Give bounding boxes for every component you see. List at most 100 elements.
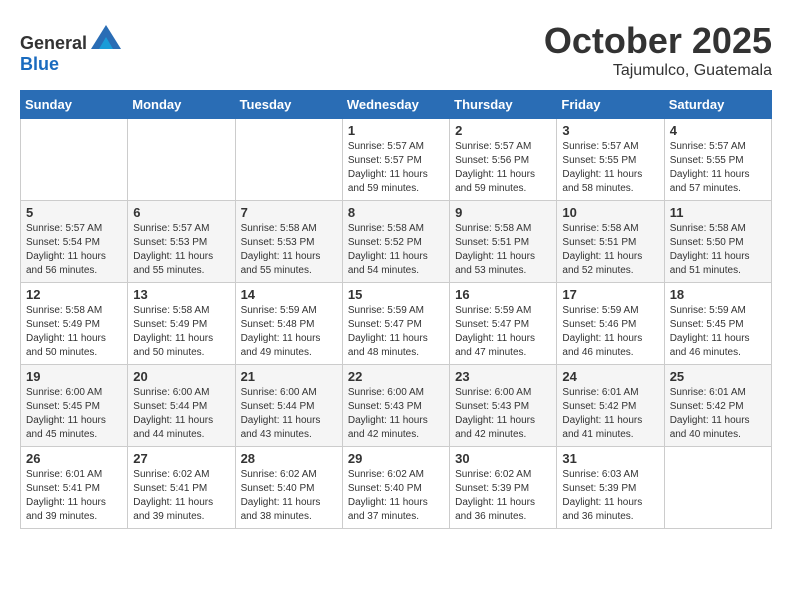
calendar-cell: 4Sunrise: 5:57 AMSunset: 5:55 PMDaylight… (664, 119, 771, 201)
calendar-cell: 11 Sunrise: 5:58 AMSunset: 5:50 PMDayligh… (664, 201, 771, 283)
page-header: General Blue October 2025 Tajumulco, Gua… (20, 20, 772, 80)
calendar-cell: 14 Sunrise: 5:59 AMSunset: 5:48 PMDayligh… (235, 283, 342, 365)
calendar-cell: 22 Sunrise: 6:00 AMSunset: 5:43 PMDayligh… (342, 365, 449, 447)
calendar-cell: 20 Sunrise: 6:00 AMSunset: 5:44 PMDayligh… (128, 365, 235, 447)
calendar-cell: 6 Sunrise: 5:57 AMSunset: 5:53 PMDaylight… (128, 201, 235, 283)
day-number: 12 (26, 287, 122, 302)
day-number: 29 (348, 451, 444, 466)
day-info: Sunrise: 6:02 AMSunset: 5:40 PMDaylight:… (348, 468, 444, 524)
calendar-cell: 13 Sunrise: 5:58 AMSunset: 5:49 PMDayligh… (128, 283, 235, 365)
day-number: 5 (26, 205, 122, 220)
day-info: Sunrise: 5:57 AMSunset: 5:54 PMDaylight:… (26, 222, 122, 278)
day-number: 21 (241, 369, 337, 384)
day-info: Sunrise: 6:03 AMSunset: 5:39 PMDaylight:… (562, 468, 658, 524)
calendar-cell: 24 Sunrise: 6:01 AMSunset: 5:42 PMDayligh… (557, 365, 664, 447)
calendar-cell: 27Sunrise: 6:02 AMSunset: 5:41 PMDayligh… (128, 447, 235, 529)
day-info: Sunrise: 5:59 AMSunset: 5:47 PMDaylight:… (455, 304, 551, 360)
calendar-table: SundayMondayTuesdayWednesdayThursdayFrid… (20, 90, 772, 529)
day-number: 10 (562, 205, 658, 220)
day-number: 25 (670, 369, 766, 384)
calendar-cell: 5 Sunrise: 5:57 AMSunset: 5:54 PMDaylight… (21, 201, 128, 283)
day-info: Sunrise: 5:58 AMSunset: 5:50 PMDaylight:… (670, 222, 766, 278)
day-number: 1 (348, 123, 444, 138)
day-number: 3 (562, 123, 658, 138)
day-info: Sunrise: 5:58 AMSunset: 5:52 PMDaylight:… (348, 222, 444, 278)
calendar-cell: 15 Sunrise: 5:59 AMSunset: 5:47 PMDayligh… (342, 283, 449, 365)
weekday-header-monday: Monday (128, 91, 235, 119)
day-info: Sunrise: 6:00 AMSunset: 5:45 PMDaylight:… (26, 386, 122, 442)
calendar-cell: 3 Sunrise: 5:57 AMSunset: 5:55 PMDaylight… (557, 119, 664, 201)
calendar-cell: 16Sunrise: 5:59 AMSunset: 5:47 PMDayligh… (450, 283, 557, 365)
weekday-header-tuesday: Tuesday (235, 91, 342, 119)
day-number: 19 (26, 369, 122, 384)
calendar-cell: 8 Sunrise: 5:58 AMSunset: 5:52 PMDaylight… (342, 201, 449, 283)
day-info: Sunrise: 5:57 AMSunset: 5:56 PMDaylight:… (455, 140, 551, 196)
calendar-week-row: 19 Sunrise: 6:00 AMSunset: 5:45 PMDayligh… (21, 365, 772, 447)
logo-general: General (20, 33, 87, 53)
day-number: 13 (133, 287, 229, 302)
day-number: 30 (455, 451, 551, 466)
calendar-cell: 18Sunrise: 5:59 AMSunset: 5:45 PMDayligh… (664, 283, 771, 365)
calendar-cell: 25 Sunrise: 6:01 AMSunset: 5:42 PMDayligh… (664, 365, 771, 447)
title-block: October 2025 Tajumulco, Guatemala (544, 20, 772, 80)
weekday-header-saturday: Saturday (664, 91, 771, 119)
calendar-cell: 26 Sunrise: 6:01 AMSunset: 5:41 PMDayligh… (21, 447, 128, 529)
day-info: Sunrise: 5:59 AMSunset: 5:47 PMDaylight:… (348, 304, 444, 360)
day-info: Sunrise: 6:02 AMSunset: 5:41 PMDaylight:… (133, 468, 229, 524)
day-info: Sunrise: 5:59 AMSunset: 5:45 PMDaylight:… (670, 304, 766, 360)
location-title: Tajumulco, Guatemala (544, 62, 772, 80)
day-info: Sunrise: 5:59 AMSunset: 5:46 PMDaylight:… (562, 304, 658, 360)
day-info: Sunrise: 6:01 AMSunset: 5:42 PMDaylight:… (670, 386, 766, 442)
day-info: Sunrise: 5:57 AMSunset: 5:57 PMDaylight:… (348, 140, 444, 196)
day-number: 28 (241, 451, 337, 466)
day-info: Sunrise: 6:01 AMSunset: 5:41 PMDaylight:… (26, 468, 122, 524)
day-info: Sunrise: 6:00 AMSunset: 5:44 PMDaylight:… (241, 386, 337, 442)
day-info: Sunrise: 6:01 AMSunset: 5:42 PMDaylight:… (562, 386, 658, 442)
logo-text: General Blue (20, 25, 121, 75)
calendar-cell: 7 Sunrise: 5:58 AMSunset: 5:53 PMDaylight… (235, 201, 342, 283)
day-number: 14 (241, 287, 337, 302)
calendar-cell: 17Sunrise: 5:59 AMSunset: 5:46 PMDayligh… (557, 283, 664, 365)
day-number: 11 (670, 205, 766, 220)
day-number: 2 (455, 123, 551, 138)
weekday-header-thursday: Thursday (450, 91, 557, 119)
day-info: Sunrise: 5:58 AMSunset: 5:49 PMDaylight:… (26, 304, 122, 360)
day-number: 22 (348, 369, 444, 384)
day-number: 20 (133, 369, 229, 384)
calendar-cell (128, 119, 235, 201)
day-info: Sunrise: 6:00 AMSunset: 5:43 PMDaylight:… (455, 386, 551, 442)
calendar-cell: 10Sunrise: 5:58 AMSunset: 5:51 PMDayligh… (557, 201, 664, 283)
weekday-header-sunday: Sunday (21, 91, 128, 119)
month-title: October 2025 (544, 20, 772, 62)
day-number: 6 (133, 205, 229, 220)
calendar-cell (235, 119, 342, 201)
calendar-cell: 23 Sunrise: 6:00 AMSunset: 5:43 PMDayligh… (450, 365, 557, 447)
day-number: 8 (348, 205, 444, 220)
calendar-cell (664, 447, 771, 529)
calendar-cell (21, 119, 128, 201)
day-info: Sunrise: 5:58 AMSunset: 5:49 PMDaylight:… (133, 304, 229, 360)
day-info: Sunrise: 6:00 AMSunset: 5:43 PMDaylight:… (348, 386, 444, 442)
calendar-cell: 30Sunrise: 6:02 AMSunset: 5:39 PMDayligh… (450, 447, 557, 529)
day-number: 15 (348, 287, 444, 302)
day-info: Sunrise: 6:02 AMSunset: 5:40 PMDaylight:… (241, 468, 337, 524)
day-number: 9 (455, 205, 551, 220)
calendar-cell: 9Sunrise: 5:58 AMSunset: 5:51 PMDaylight… (450, 201, 557, 283)
calendar-cell: 28 Sunrise: 6:02 AMSunset: 5:40 PMDayligh… (235, 447, 342, 529)
calendar-week-row: 26 Sunrise: 6:01 AMSunset: 5:41 PMDayligh… (21, 447, 772, 529)
day-number: 7 (241, 205, 337, 220)
calendar-week-row: 1 Sunrise: 5:57 AMSunset: 5:57 PMDaylight… (21, 119, 772, 201)
day-info: Sunrise: 5:57 AMSunset: 5:53 PMDaylight:… (133, 222, 229, 278)
day-info: Sunrise: 5:57 AMSunset: 5:55 PMDaylight:… (562, 140, 658, 196)
day-info: Sunrise: 5:59 AMSunset: 5:48 PMDaylight:… (241, 304, 337, 360)
calendar-week-row: 12 Sunrise: 5:58 AMSunset: 5:49 PMDayligh… (21, 283, 772, 365)
logo-icon (91, 25, 121, 49)
day-info: Sunrise: 6:00 AMSunset: 5:44 PMDaylight:… (133, 386, 229, 442)
calendar-cell: 12 Sunrise: 5:58 AMSunset: 5:49 PMDayligh… (21, 283, 128, 365)
day-number: 24 (562, 369, 658, 384)
day-number: 23 (455, 369, 551, 384)
day-info: Sunrise: 5:58 AMSunset: 5:53 PMDaylight:… (241, 222, 337, 278)
calendar-cell: 19 Sunrise: 6:00 AMSunset: 5:45 PMDayligh… (21, 365, 128, 447)
day-number: 26 (26, 451, 122, 466)
logo: General Blue (20, 25, 121, 75)
